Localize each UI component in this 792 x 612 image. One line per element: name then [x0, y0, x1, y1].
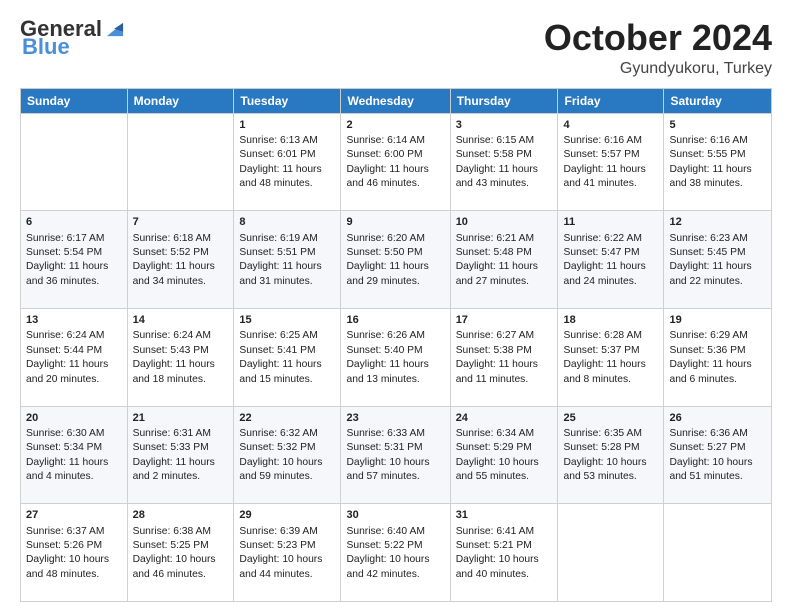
calendar-week-row: 13Sunrise: 6:24 AMSunset: 5:44 PMDayligh… [21, 308, 772, 406]
month-title: October 2024 [544, 18, 772, 58]
calendar-cell: 8Sunrise: 6:19 AMSunset: 5:51 PMDaylight… [234, 211, 341, 309]
calendar-cell: 26Sunrise: 6:36 AMSunset: 5:27 PMDayligh… [664, 406, 772, 504]
day-number: 6 [26, 215, 122, 230]
day-number: 30 [346, 508, 444, 523]
calendar-cell [127, 113, 234, 211]
weekday-header-thursday: Thursday [450, 88, 558, 113]
weekday-header-tuesday: Tuesday [234, 88, 341, 113]
calendar-cell: 9Sunrise: 6:20 AMSunset: 5:50 PMDaylight… [341, 211, 450, 309]
logo-blue-text: Blue [22, 36, 70, 58]
calendar-table: SundayMondayTuesdayWednesdayThursdayFrid… [20, 88, 772, 602]
calendar-cell: 3Sunrise: 6:15 AMSunset: 5:58 PMDaylight… [450, 113, 558, 211]
day-number: 14 [133, 313, 229, 328]
day-number: 24 [456, 411, 553, 426]
calendar-header-row: SundayMondayTuesdayWednesdayThursdayFrid… [21, 88, 772, 113]
calendar-cell: 27Sunrise: 6:37 AMSunset: 5:26 PMDayligh… [21, 504, 128, 602]
calendar-cell: 4Sunrise: 6:16 AMSunset: 5:57 PMDaylight… [558, 113, 664, 211]
calendar-cell: 2Sunrise: 6:14 AMSunset: 6:00 PMDaylight… [341, 113, 450, 211]
calendar-cell: 23Sunrise: 6:33 AMSunset: 5:31 PMDayligh… [341, 406, 450, 504]
calendar-cell: 6Sunrise: 6:17 AMSunset: 5:54 PMDaylight… [21, 211, 128, 309]
calendar-cell: 31Sunrise: 6:41 AMSunset: 5:21 PMDayligh… [450, 504, 558, 602]
calendar-cell: 22Sunrise: 6:32 AMSunset: 5:32 PMDayligh… [234, 406, 341, 504]
day-number: 31 [456, 508, 553, 523]
day-number: 13 [26, 313, 122, 328]
day-number: 4 [563, 118, 658, 133]
calendar-cell: 15Sunrise: 6:25 AMSunset: 5:41 PMDayligh… [234, 308, 341, 406]
day-number: 15 [239, 313, 335, 328]
weekday-header-friday: Friday [558, 88, 664, 113]
day-number: 28 [133, 508, 229, 523]
calendar-cell: 17Sunrise: 6:27 AMSunset: 5:38 PMDayligh… [450, 308, 558, 406]
day-number: 3 [456, 118, 553, 133]
calendar-cell: 10Sunrise: 6:21 AMSunset: 5:48 PMDayligh… [450, 211, 558, 309]
calendar-cell: 5Sunrise: 6:16 AMSunset: 5:55 PMDaylight… [664, 113, 772, 211]
day-number: 17 [456, 313, 553, 328]
day-number: 9 [346, 215, 444, 230]
calendar-cell: 21Sunrise: 6:31 AMSunset: 5:33 PMDayligh… [127, 406, 234, 504]
header: General Blue October 2024 Gyundyukoru, T… [20, 18, 772, 78]
day-number: 1 [239, 118, 335, 133]
weekday-header-saturday: Saturday [664, 88, 772, 113]
day-number: 5 [669, 118, 766, 133]
day-number: 23 [346, 411, 444, 426]
calendar-cell: 13Sunrise: 6:24 AMSunset: 5:44 PMDayligh… [21, 308, 128, 406]
day-number: 11 [563, 215, 658, 230]
calendar-cell [664, 504, 772, 602]
calendar-cell: 16Sunrise: 6:26 AMSunset: 5:40 PMDayligh… [341, 308, 450, 406]
logo-icon [104, 17, 126, 39]
calendar-cell: 30Sunrise: 6:40 AMSunset: 5:22 PMDayligh… [341, 504, 450, 602]
weekday-header-sunday: Sunday [21, 88, 128, 113]
day-number: 7 [133, 215, 229, 230]
location-title: Gyundyukoru, Turkey [544, 60, 772, 78]
calendar-cell: 18Sunrise: 6:28 AMSunset: 5:37 PMDayligh… [558, 308, 664, 406]
calendar-cell: 19Sunrise: 6:29 AMSunset: 5:36 PMDayligh… [664, 308, 772, 406]
calendar-week-row: 20Sunrise: 6:30 AMSunset: 5:34 PMDayligh… [21, 406, 772, 504]
calendar-cell: 28Sunrise: 6:38 AMSunset: 5:25 PMDayligh… [127, 504, 234, 602]
calendar-cell: 25Sunrise: 6:35 AMSunset: 5:28 PMDayligh… [558, 406, 664, 504]
calendar-cell: 29Sunrise: 6:39 AMSunset: 5:23 PMDayligh… [234, 504, 341, 602]
day-number: 8 [239, 215, 335, 230]
day-number: 20 [26, 411, 122, 426]
day-number: 22 [239, 411, 335, 426]
day-number: 12 [669, 215, 766, 230]
calendar-week-row: 6Sunrise: 6:17 AMSunset: 5:54 PMDaylight… [21, 211, 772, 309]
day-number: 29 [239, 508, 335, 523]
weekday-header-monday: Monday [127, 88, 234, 113]
calendar-cell [21, 113, 128, 211]
title-block: October 2024 Gyundyukoru, Turkey [544, 18, 772, 78]
calendar-week-row: 27Sunrise: 6:37 AMSunset: 5:26 PMDayligh… [21, 504, 772, 602]
day-number: 19 [669, 313, 766, 328]
calendar-cell: 12Sunrise: 6:23 AMSunset: 5:45 PMDayligh… [664, 211, 772, 309]
day-number: 21 [133, 411, 229, 426]
page: General Blue October 2024 Gyundyukoru, T… [0, 0, 792, 612]
day-number: 18 [563, 313, 658, 328]
day-number: 2 [346, 118, 444, 133]
day-number: 27 [26, 508, 122, 523]
day-number: 25 [563, 411, 658, 426]
calendar-cell: 24Sunrise: 6:34 AMSunset: 5:29 PMDayligh… [450, 406, 558, 504]
day-number: 26 [669, 411, 766, 426]
weekday-header-wednesday: Wednesday [341, 88, 450, 113]
calendar-cell: 14Sunrise: 6:24 AMSunset: 5:43 PMDayligh… [127, 308, 234, 406]
calendar-cell: 20Sunrise: 6:30 AMSunset: 5:34 PMDayligh… [21, 406, 128, 504]
day-number: 10 [456, 215, 553, 230]
calendar-cell [558, 504, 664, 602]
calendar-cell: 1Sunrise: 6:13 AMSunset: 6:01 PMDaylight… [234, 113, 341, 211]
calendar-cell: 11Sunrise: 6:22 AMSunset: 5:47 PMDayligh… [558, 211, 664, 309]
calendar-cell: 7Sunrise: 6:18 AMSunset: 5:52 PMDaylight… [127, 211, 234, 309]
calendar-week-row: 1Sunrise: 6:13 AMSunset: 6:01 PMDaylight… [21, 113, 772, 211]
day-number: 16 [346, 313, 444, 328]
logo: General Blue [20, 18, 126, 58]
